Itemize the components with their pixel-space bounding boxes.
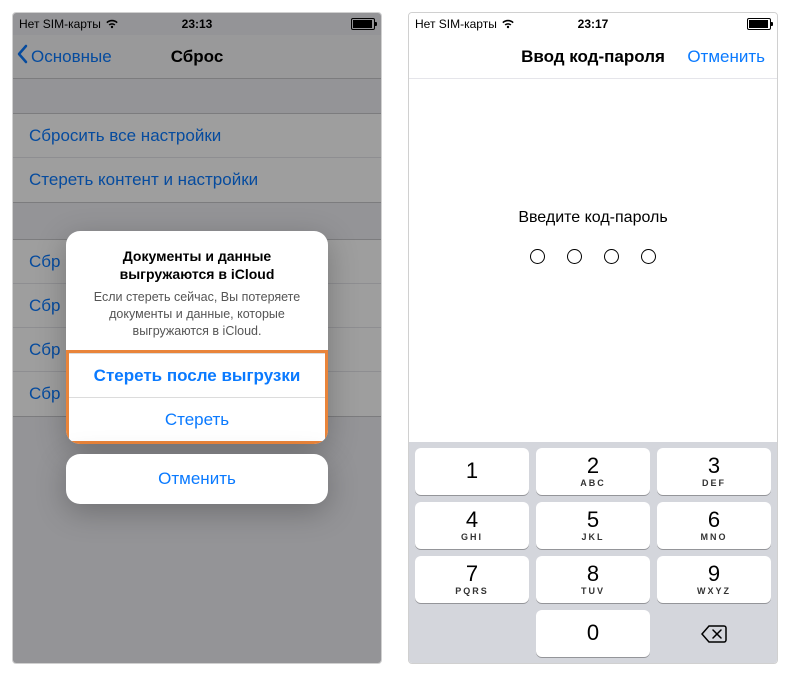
passcode-dot <box>530 249 545 264</box>
key-3[interactable]: 3DEF <box>657 448 771 495</box>
status-time: 23:17 <box>578 17 609 31</box>
key-9[interactable]: 9WXYZ <box>657 556 771 603</box>
cancel-button[interactable]: Отменить <box>687 47 765 67</box>
phone-passcode-screen: Нет SIM-карты 23:17 Ввод код-пароля Отме… <box>408 12 778 664</box>
wifi-icon <box>501 19 515 29</box>
key-2[interactable]: 2ABC <box>536 448 650 495</box>
key-1[interactable]: 1 <box>415 448 529 495</box>
key-6[interactable]: 6MNO <box>657 502 771 549</box>
key-7[interactable]: 7PQRS <box>415 556 529 603</box>
erase-now-button[interactable]: Стереть <box>69 397 325 441</box>
alert-cancel-button[interactable]: Отменить <box>66 454 328 504</box>
key-4[interactable]: 4GHI <box>415 502 529 549</box>
key-0[interactable]: 0 <box>536 610 650 657</box>
numeric-keypad: 1 2ABC 3DEF 4GHI 5JKL 6MNO 7PQRS 8TUV 9W… <box>409 442 777 663</box>
nav-title: Ввод код-пароля <box>521 47 665 67</box>
key-5[interactable]: 5JKL <box>536 502 650 549</box>
carrier-text: Нет SIM-карты <box>19 17 101 31</box>
battery-icon <box>351 18 375 30</box>
key-blank <box>415 610 529 657</box>
passcode-dot <box>567 249 582 264</box>
carrier-text: Нет SIM-карты <box>415 17 497 31</box>
key-8[interactable]: 8TUV <box>536 556 650 603</box>
passcode-prompt: Введите код-пароль <box>409 209 777 227</box>
passcode-dots <box>409 249 777 264</box>
backspace-icon <box>700 624 728 644</box>
status-time: 23:13 <box>182 17 213 31</box>
nav-bar: Ввод код-пароля Отменить <box>409 35 777 79</box>
wifi-icon <box>105 19 119 29</box>
alert-message: Если стереть сейчас, Вы потеряете докуме… <box>80 289 314 340</box>
icloud-erase-alert: Документы и данные выгружаются в iCloud … <box>66 231 328 504</box>
passcode-dot <box>604 249 619 264</box>
status-bar: Нет SIM-карты 23:17 <box>409 13 777 35</box>
alert-header: Документы и данные выгружаются в iCloud … <box>66 231 328 352</box>
status-bar: Нет SIM-карты 23:13 <box>13 13 381 35</box>
erase-after-upload-button[interactable]: Стереть после выгрузки <box>69 353 325 397</box>
key-backspace[interactable] <box>657 610 771 657</box>
passcode-dot <box>641 249 656 264</box>
battery-icon <box>747 18 771 30</box>
phone-reset-screen: Нет SIM-карты 23:13 Основные Сброс Сброс… <box>12 12 382 664</box>
